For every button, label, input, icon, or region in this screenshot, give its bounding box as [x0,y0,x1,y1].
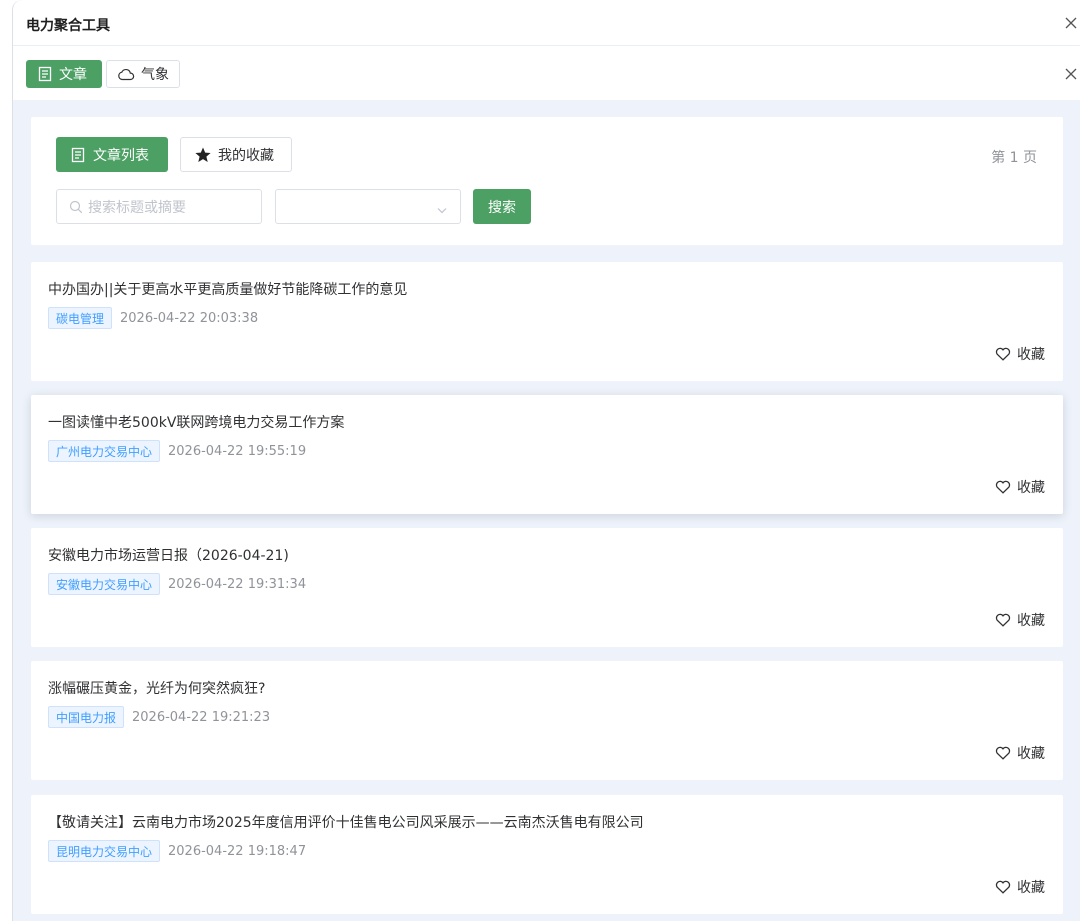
article-list-label: 文章列表 [93,147,149,164]
favorite-label: 收藏 [1017,746,1045,762]
search-button-label: 搜索 [488,199,516,216]
article-meta: 广州电力交易中心 2026-04-22 19:55:19 [48,440,306,462]
article-title[interactable]: 安徽电力市场运营日报（2026-04-21) [48,545,289,565]
favorite-label: 收藏 [1017,480,1045,496]
source-tag: 广州电力交易中心 [48,440,161,462]
source-tag: 昆明电力交易中心 [48,840,161,862]
article-meta: 碳电管理 2026-04-22 20:03:38 [48,307,258,329]
window-title: 电力聚合工具 [26,18,110,34]
tab-weather[interactable]: 气象 [106,60,180,88]
article-title[interactable]: 一图读懂中老500kV联网跨境电力交易工作方案 [48,412,344,432]
article-meta: 安徽电力交易中心 2026-04-22 19:31:34 [48,573,306,595]
article-title[interactable]: 中办国办||关于更高水平更高质量做好节能降碳工作的意见 [48,279,407,299]
content-area: 文章列表 我的收藏 第 1 页 搜索标题或摘要 搜索 中办国办||关于更高水平更… [13,100,1080,921]
favorite-label: 收藏 [1017,347,1045,363]
article-time: 2026-04-22 19:21:23 [132,709,271,725]
search-button[interactable]: 搜索 [473,189,531,224]
source-tag: 安徽电力交易中心 [48,573,161,595]
favorite-button[interactable]: 收藏 [995,743,1045,763]
heart-icon [995,746,1011,760]
heart-icon [995,347,1011,361]
source-tag: 碳电管理 [48,307,113,329]
tab-articles[interactable]: 文章 [26,60,102,88]
tab-label: 文章 [59,67,87,83]
document-icon [37,66,53,82]
favorite-label: 收藏 [1017,613,1045,629]
article-card[interactable]: 中办国办||关于更高水平更高质量做好节能降碳工作的意见 碳电管理 2026-04… [31,262,1063,381]
search-icon [69,200,83,214]
favorites-label: 我的收藏 [218,147,274,164]
favorites-button[interactable]: 我的收藏 [180,137,292,172]
article-time: 2026-04-22 19:55:19 [168,443,307,459]
article-list-button[interactable]: 文章列表 [56,137,168,172]
article-title[interactable]: 涨幅碾压黄金，光纤为何突然疯狂? [48,678,265,698]
close-window-icon[interactable] [1064,16,1078,30]
cloud-icon [117,67,135,81]
favorite-button[interactable]: 收藏 [995,344,1045,364]
document-icon [70,147,86,163]
article-card[interactable]: 【敬请关注】云南电力市场2025年度信用评价十佳售电公司风采展示——云南杰沃售电… [31,795,1063,914]
tab-bar: 文章 气象 [13,46,1080,100]
chevron-down-icon [436,201,448,220]
favorite-button[interactable]: 收藏 [995,877,1045,897]
favorite-button[interactable]: 收藏 [995,477,1045,497]
article-time: 2026-04-22 20:03:38 [120,310,259,326]
article-title[interactable]: 【敬请关注】云南电力市场2025年度信用评价十佳售电公司风采展示——云南杰沃售电… [48,812,644,832]
search-input[interactable]: 搜索标题或摘要 [56,189,262,224]
heart-icon [995,613,1011,627]
article-meta: 昆明电力交易中心 2026-04-22 19:18:47 [48,840,306,862]
heart-icon [995,480,1011,494]
favorite-button[interactable]: 收藏 [995,610,1045,630]
article-card[interactable]: 一图读懂中老500kV联网跨境电力交易工作方案 广州电力交易中心 2026-04… [31,395,1063,514]
tool-window: 电力聚合工具 文章 气象 文章列表 我的收藏 第 1 页 搜索标题或摘要 搜索 … [12,0,1080,921]
page-indicator: 第 1 页 [991,150,1037,166]
article-card[interactable]: 安徽电力市场运营日报（2026-04-21) 安徽电力交易中心 2026-04-… [31,528,1063,647]
tab-label: 气象 [141,67,169,83]
article-time: 2026-04-22 19:18:47 [168,843,307,859]
article-card[interactable]: 涨幅碾压黄金，光纤为何突然疯狂? 中国电力报 2026-04-22 19:21:… [31,661,1063,780]
search-placeholder: 搜索标题或摘要 [88,199,186,216]
star-icon [194,146,212,164]
close-tab-icon[interactable] [1064,67,1078,81]
source-tag: 中国电力报 [48,706,125,728]
favorite-label: 收藏 [1017,880,1045,896]
article-time: 2026-04-22 19:31:34 [168,576,307,592]
article-meta: 中国电力报 2026-04-22 19:21:23 [48,706,270,728]
source-select[interactable] [275,189,461,224]
filter-panel: 文章列表 我的收藏 第 1 页 搜索标题或摘要 搜索 [31,117,1063,245]
heart-icon [995,880,1011,894]
title-bar: 电力聚合工具 [13,0,1080,46]
